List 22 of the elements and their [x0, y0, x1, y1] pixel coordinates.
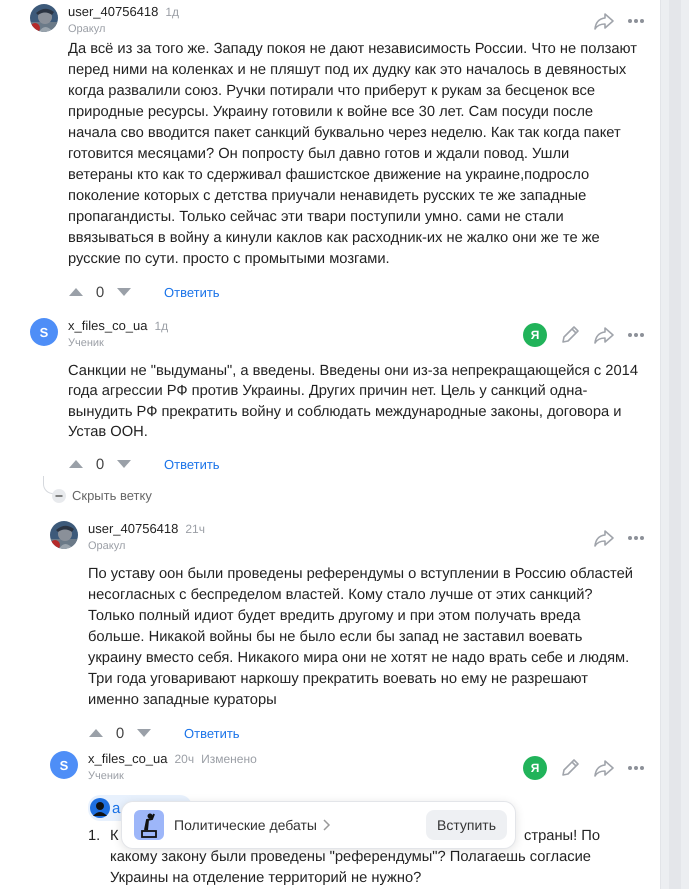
vote-count: 0	[114, 724, 126, 742]
user-avatar: S	[30, 318, 58, 346]
user-rank: Оракул	[68, 23, 106, 35]
comment-time: 1д	[154, 319, 168, 333]
list-text: Украины на отделение территорий не нужно?	[110, 869, 422, 888]
vote-count: 0	[94, 284, 106, 300]
user-avatar: S	[50, 751, 78, 780]
user-rank: Оракул	[88, 540, 126, 552]
list-text: какому закону были проведены "референдумы"? Полагаешь согласие	[110, 848, 592, 868]
comment-text: Да всё из за того же. Западу покоя не дают независимость России. Что не ползают перед ними на коленках и не пляшут под их дудку как это началось в девяностых когда развалили союз. Ручки потирали что приберут к рукам за бесценок все природные ресурсы. Украину готовили к войне все 30 лет. Сам посуди после начала сво вводится пакет санкций буквально через неделю. Как так когда пакет готовится месяцами? Он попросту был давно готов и ждали повод. Ушли ветераны кто как то сдерживал фашистское движение на украине,подросло поколение которых с детства приучали ненавидеть русских те же западные пропагандисты. Только сейчас эти твари поступили умно. сами не стали ввязываться в войну а кинули каклов как расходник-их не жалко они же те же русские по сути. просто с промытыми мозгами.	[68, 40, 638, 269]
comment-time: 21ч	[185, 522, 205, 536]
vote-count: 0	[94, 456, 106, 473]
user-rank: Ученик	[88, 770, 124, 782]
comment-text: По уставу оон были проведены референдумы о вступлении в Россию областей несогласных с беспределом властей. Кому стало лучше от этих санкций? Только полный идиот будет вредить другому и при этом получать вреда больше. Никакой войны бы не было если бы запад не заставил воевать украину вместо себя. Никакого мира они не хотят не надо врать себе и людям. Три года уговаривают наркошу прекратить воевать но ему не разрешают именно западные кураторы	[88, 565, 634, 710]
edited-label: Изменено	[201, 752, 257, 766]
user-rank: Ученик	[68, 337, 104, 349]
list-text: страны! По	[524, 827, 600, 846]
comment-time: 1д	[165, 5, 180, 19]
comment-time: 20ч	[174, 752, 194, 766]
list-text: К	[110, 827, 119, 846]
comment-text: Санкции не "выдуманы", а введены. Введены они из-за непрекращающейся с 2014 года агрессии РФ против Украины. Других причин нет. Цель у санкций одна- вынудить РФ прекратить войну и соблюдать международные законы, договора и Устав ООН.	[68, 362, 638, 442]
list-number: 1.	[88, 827, 102, 846]
